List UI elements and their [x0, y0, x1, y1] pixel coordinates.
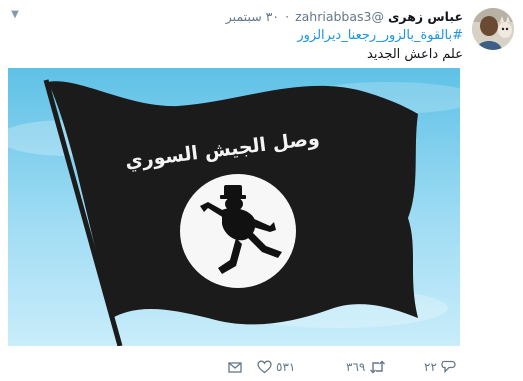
like-button[interactable]: ٥٣١: [257, 359, 299, 375]
tweet-media[interactable]: وصل الجيش السوري: [8, 68, 460, 346]
author-handle[interactable]: @zahriabbas3: [295, 9, 384, 24]
action-bar: ٥٣١ ٣٦٩ ٢٢: [0, 356, 523, 378]
message-button[interactable]: [228, 359, 242, 375]
avatar-image: [472, 8, 514, 50]
tweet-card[interactable]: ▼ عباس زهرى @zahriabbas3 · ٣٠ سبتمبر #با…: [0, 0, 523, 381]
flag-image: وصل الجيش السوري: [8, 79, 460, 346]
retweet-count: ٣٦٩: [346, 360, 366, 374]
tweet-menu-chevron-icon[interactable]: ▼: [8, 8, 22, 22]
author-name[interactable]: عباس زهرى: [388, 9, 463, 24]
tweet-body: علم داعش الجديد: [367, 47, 463, 62]
separator-dot: ·: [285, 9, 290, 24]
reply-bubble-icon: [441, 360, 456, 374]
tweet-date[interactable]: ٣٠ سبتمبر: [226, 9, 279, 24]
envelope-icon: [228, 362, 242, 373]
tweet-text: #بالقوة_بالزور_رجعنا_ديرالزور علم داعش ا…: [23, 26, 463, 64]
hashtag-link[interactable]: #بالقوة_بالزور_رجعنا_ديرالزور: [23, 26, 463, 45]
retweet-button[interactable]: ٣٦٩: [342, 359, 386, 375]
tweet-header: عباس زهرى @zahriabbas3 · ٣٠ سبتمبر: [226, 9, 463, 25]
avatar[interactable]: [472, 8, 514, 50]
like-count: ٥٣١: [276, 360, 296, 374]
reply-button[interactable]: ٢٢: [420, 359, 456, 375]
heart-icon: [257, 360, 272, 374]
retweet-icon: [370, 360, 386, 374]
reply-count: ٢٢: [424, 360, 437, 374]
